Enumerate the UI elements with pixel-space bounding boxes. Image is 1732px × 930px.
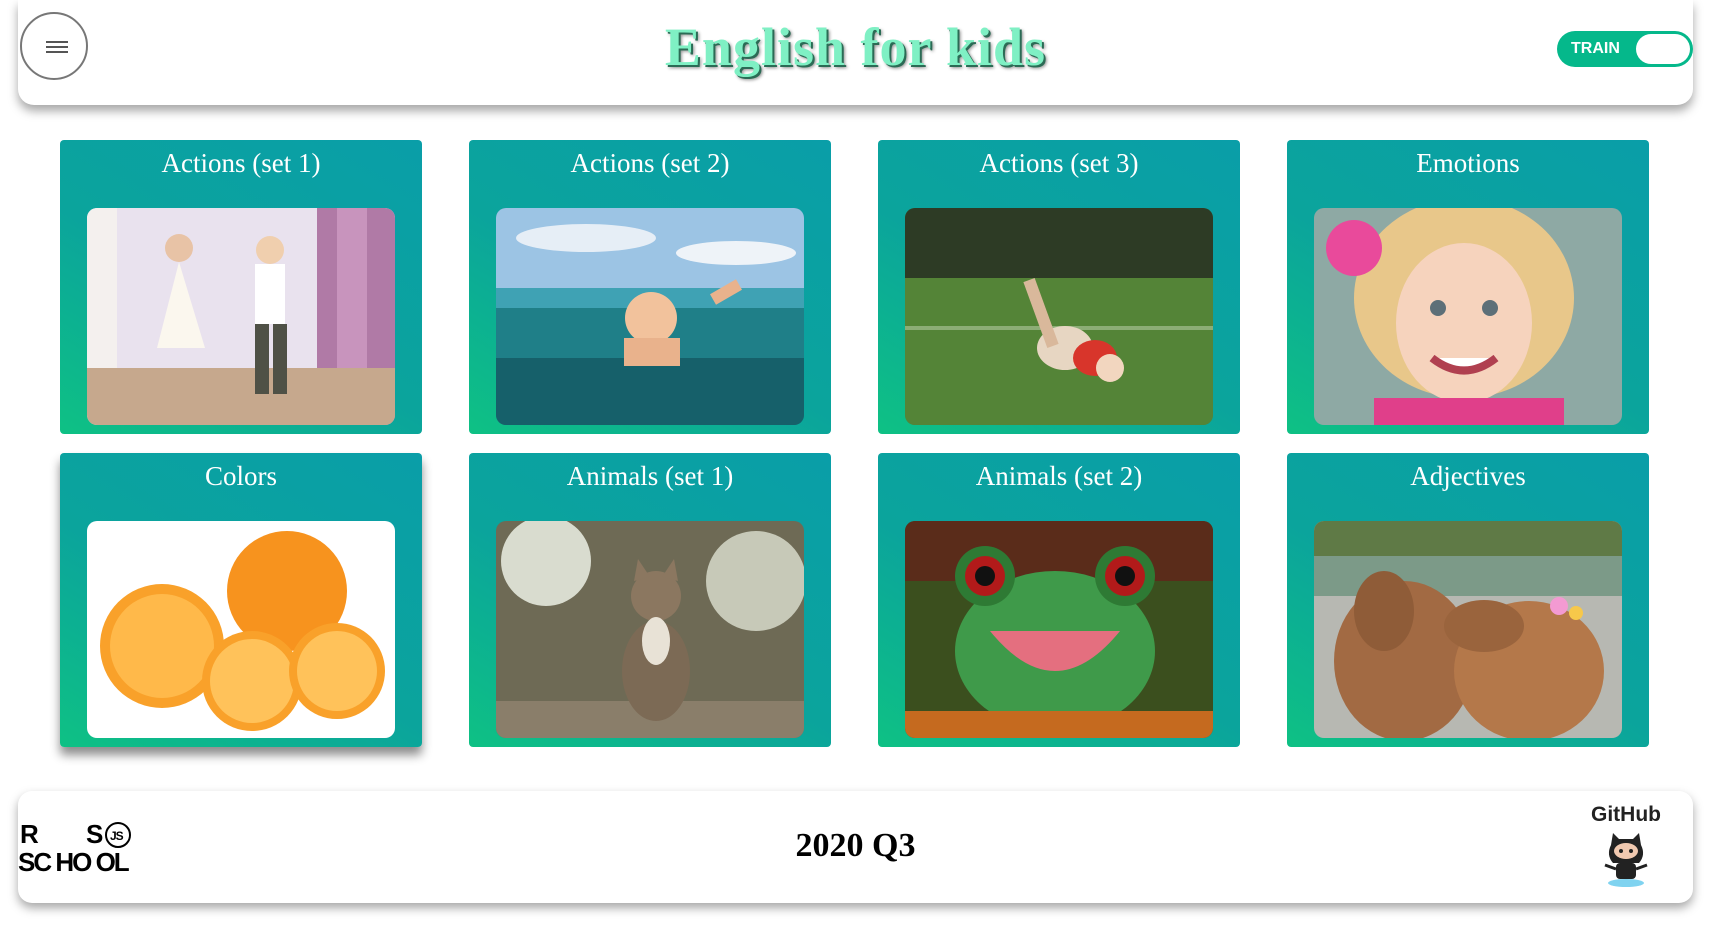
frog-image [905, 521, 1213, 738]
toggle-label: TRAIN [1571, 40, 1620, 57]
category-card-adjectives[interactable]: Adjectives [1287, 453, 1649, 747]
category-card-actions-set-2[interactable]: Actions (set 2) [469, 140, 831, 434]
category-card-actions-set-3[interactable]: Actions (set 3) [878, 140, 1240, 434]
page-title: English for kids [664, 17, 1047, 77]
category-card-actions-set-1[interactable]: Actions (set 1) [60, 140, 422, 434]
category-card-animals-set-2[interactable]: Animals (set 2) [878, 453, 1240, 747]
category-card-title: Emotions [1416, 148, 1520, 178]
category-card-title: Colors [204, 461, 277, 491]
category-card-animals-set-1[interactable]: Animals (set 1) [469, 453, 831, 747]
category-card-emotions[interactable]: Emotions [1287, 140, 1649, 434]
children-dancing-image [87, 208, 395, 425]
footer: R S JS SC HO OL 2020 Q3 GitHub [18, 791, 1693, 903]
category-card-title: Animals (set 1) [566, 461, 734, 491]
footer-course-label: 2020 Q3 [795, 827, 916, 864]
category-card-title: Actions (set 2) [570, 148, 730, 178]
category-grid: Actions (set 1) Actions (set 2) Actions … [60, 140, 1649, 747]
smiling-girl-image [1314, 208, 1622, 425]
category-card-title: Actions (set 3) [979, 148, 1139, 178]
category-card-title: Adjectives [1410, 461, 1526, 491]
category-card-title: Animals (set 2) [975, 461, 1143, 491]
orange-fruit-image [87, 521, 395, 738]
github-link[interactable]: GitHub [1591, 803, 1661, 893]
toggle-knob[interactable] [1636, 34, 1690, 64]
category-card-title: Actions (set 1) [161, 148, 321, 178]
child-tumbling-image [905, 208, 1213, 425]
cat-image [496, 521, 804, 738]
header: English for kids TRAIN [18, 0, 1693, 105]
category-card-colors[interactable]: Colors [60, 453, 422, 747]
child-swimming-image [496, 208, 804, 425]
train-play-toggle[interactable]: TRAIN [1557, 31, 1693, 67]
octocat-icon [1604, 833, 1648, 887]
capybaras-image [1314, 521, 1622, 738]
github-label: GitHub [1591, 803, 1661, 826]
